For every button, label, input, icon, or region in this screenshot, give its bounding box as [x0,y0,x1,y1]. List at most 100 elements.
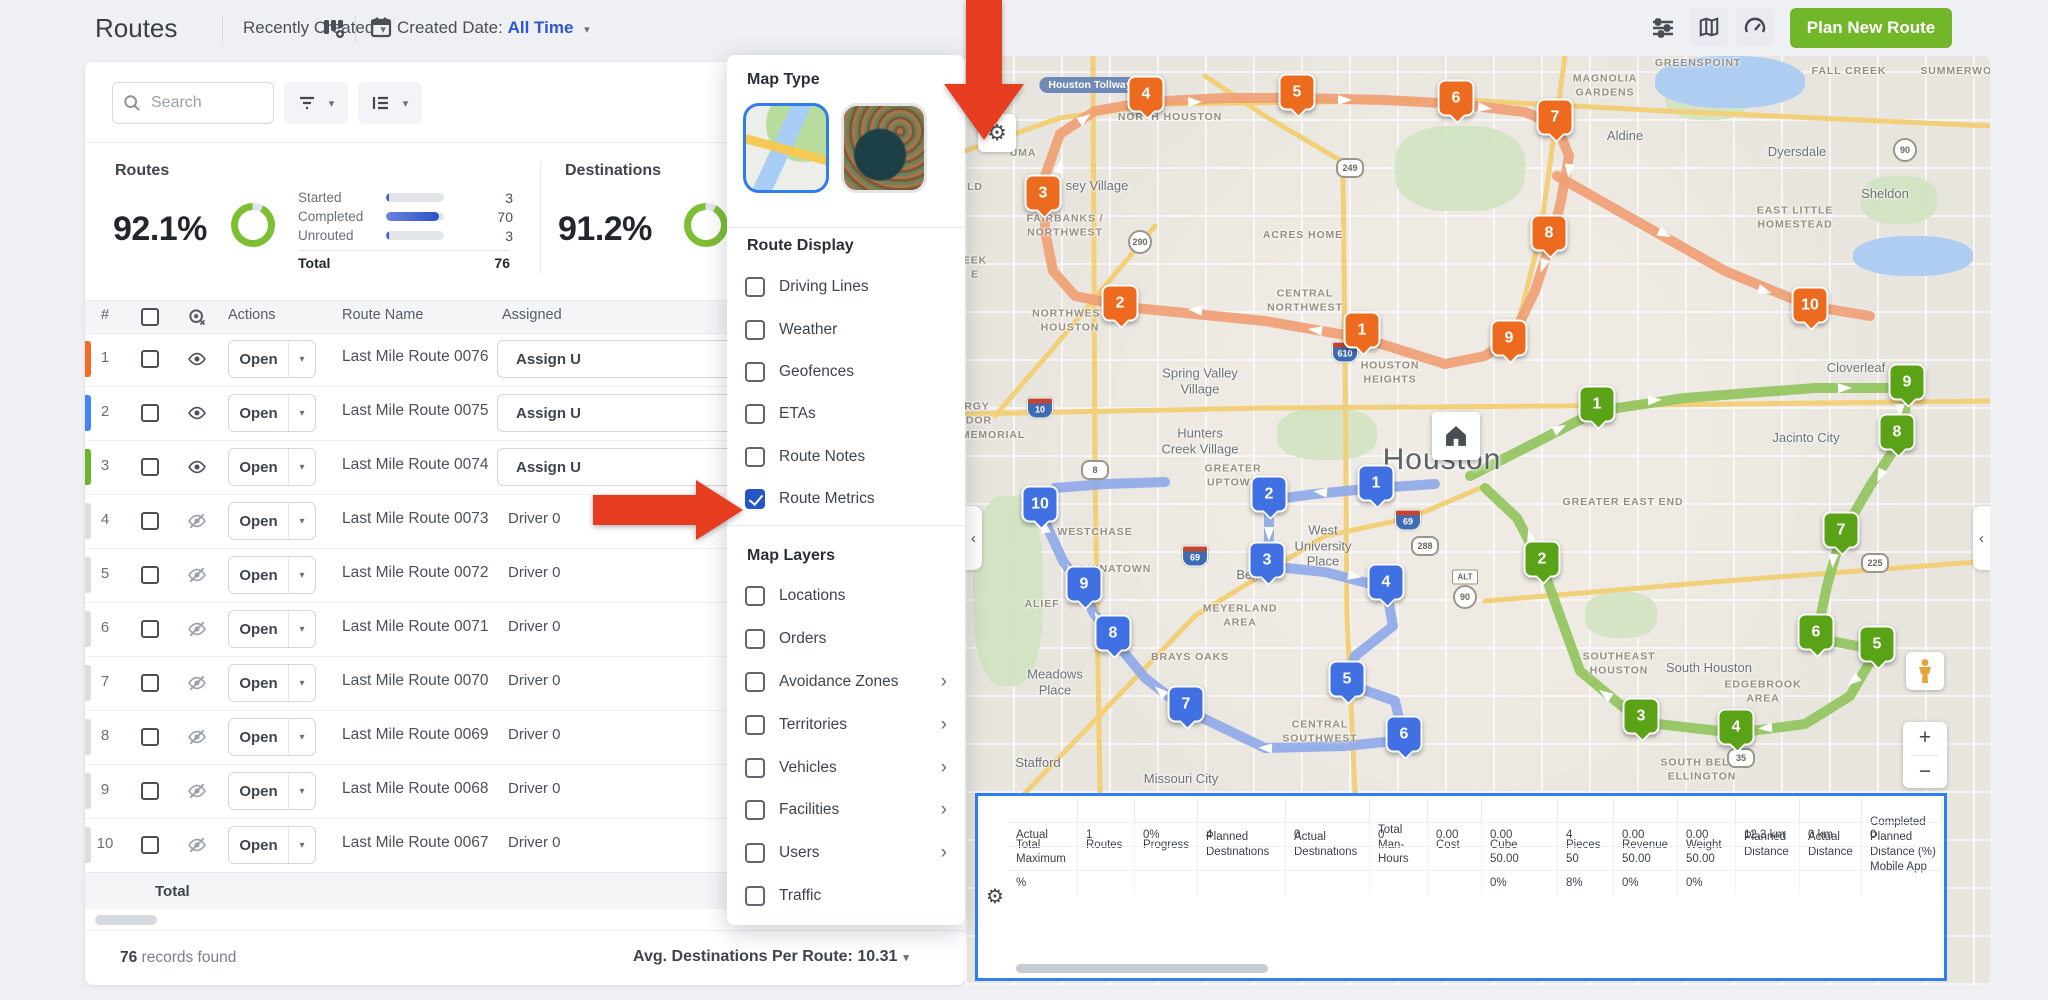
plan-new-route-button[interactable]: Plan New Route [1790,8,1952,48]
route-stop-marker-orange-2[interactable]: 2 [1102,285,1139,322]
route-stop-marker-blue-3[interactable]: 3 [1249,542,1286,579]
route-stop-marker-orange-6[interactable]: 6 [1438,80,1475,117]
route-display-item-weather[interactable]: Weather [727,308,965,350]
assign-user-button[interactable]: Assign U [497,448,737,486]
route-stop-marker-orange-9[interactable]: 9 [1491,320,1528,357]
checkbox[interactable] [745,277,765,297]
open-button[interactable]: Open▾ [228,502,316,540]
metrics-horizontal-scrollbar[interactable] [1016,964,1268,973]
row-checkbox[interactable] [141,782,159,800]
row-checkbox[interactable] [141,404,159,422]
open-dropdown-chevron[interactable]: ▾ [288,719,315,755]
select-all-checkbox[interactable] [141,308,159,326]
zoom-in-button[interactable]: + [1903,722,1947,755]
checkbox[interactable] [745,320,765,340]
eye-icon[interactable] [187,457,207,477]
open-dropdown-chevron[interactable]: ▾ [288,557,315,593]
metrics-settings-icon[interactable]: ⚙ [986,884,1004,909]
dashboard-gauge-button[interactable] [1736,8,1774,46]
open-dropdown-chevron[interactable]: ▾ [288,341,315,377]
collapse-right-panel-button[interactable]: ‹ [1973,506,1990,570]
map-type-satellite-thumbnail[interactable] [841,103,927,193]
row-checkbox[interactable] [141,728,159,746]
sort-dropdown[interactable]: Recently Created▾ [243,18,386,38]
eye-icon[interactable] [187,349,207,369]
route-stop-marker-blue-1[interactable]: 1 [1358,465,1395,502]
row-checkbox[interactable] [141,512,159,530]
route-stop-marker-blue-4[interactable]: 4 [1368,564,1405,601]
map-layer-item-traffic[interactable]: Traffic [727,875,965,918]
map-layer-item-territories[interactable]: Territories› [727,703,965,746]
checkbox[interactable] [745,629,765,649]
route-stop-marker-orange-7[interactable]: 7 [1537,99,1574,136]
route-stop-marker-blue-8[interactable]: 8 [1095,615,1132,652]
columns-settings-icon[interactable] [321,15,347,46]
sliders-icon[interactable] [1650,15,1676,46]
open-button[interactable]: Open▾ [228,772,316,810]
route-stop-marker-orange-10[interactable]: 10 [1792,287,1829,324]
map-view-button[interactable] [1690,8,1728,46]
route-stop-marker-orange-8[interactable]: 8 [1531,215,1568,252]
filter-button[interactable]: ▾ [284,82,348,124]
open-dropdown-chevron[interactable]: ▾ [288,827,315,863]
depot-home-marker[interactable] [1432,412,1480,460]
route-stop-marker-green-8[interactable]: 8 [1879,414,1916,451]
open-button[interactable]: Open▾ [228,826,316,864]
route-display-item-driving-lines[interactable]: Driving Lines [727,266,965,308]
route-stop-marker-orange-1[interactable]: 1 [1344,312,1381,349]
route-display-item-geofences[interactable]: Geofences [727,351,965,393]
map-layer-item-avoidance-zones[interactable]: Avoidance Zones› [727,661,965,704]
sort-order-button[interactable]: ▾ [358,82,422,124]
open-dropdown-chevron[interactable]: ▾ [288,503,315,539]
assign-user-button[interactable]: Assign U [497,394,737,432]
route-display-item-etas[interactable]: ETAs [727,393,965,435]
map-layer-item-locations[interactable]: Locations [727,575,965,618]
map-panel[interactable]: Houston Tollway NORTH HOUSTONGREENSPOINT… [965,56,1990,985]
row-checkbox[interactable] [141,836,159,854]
map-layer-item-facilities[interactable]: Facilities› [727,789,965,832]
open-button[interactable]: Open▾ [228,718,316,756]
street-view-pegman-button[interactable] [1906,652,1944,690]
eye-off-icon[interactable] [187,727,207,747]
route-stop-marker-green-1[interactable]: 1 [1579,386,1616,423]
open-dropdown-chevron[interactable]: ▾ [288,665,315,701]
map-layer-item-orders[interactable]: Orders [727,618,965,661]
eye-off-icon[interactable] [187,781,207,801]
route-stop-marker-orange-5[interactable]: 5 [1279,74,1316,111]
row-checkbox[interactable] [141,620,159,638]
row-checkbox[interactable] [141,674,159,692]
open-dropdown-chevron[interactable]: ▾ [288,395,315,431]
checkbox[interactable] [745,404,765,424]
route-display-item-route-metrics[interactable]: Route Metrics [727,478,965,520]
route-stop-marker-blue-10[interactable]: 10 [1022,486,1059,523]
checkbox[interactable] [745,886,765,906]
visibility-column-icon[interactable] [187,307,207,331]
eye-off-icon[interactable] [187,619,207,639]
route-stop-marker-orange-3[interactable]: 3 [1025,175,1062,212]
route-stop-marker-blue-6[interactable]: 6 [1386,716,1423,753]
open-button[interactable]: Open▾ [228,610,316,648]
open-button[interactable]: Open▾ [228,340,316,378]
checkbox[interactable] [745,447,765,467]
map-settings-gear-button[interactable]: ⚙ [978,114,1016,152]
open-dropdown-chevron[interactable]: ▾ [288,611,315,647]
route-stop-marker-orange-4[interactable]: 4 [1128,76,1165,113]
route-stop-marker-green-2[interactable]: 2 [1524,541,1561,578]
open-dropdown-chevron[interactable]: ▾ [288,449,315,485]
checkbox[interactable] [745,800,765,820]
open-button[interactable]: Open▾ [228,556,316,594]
checkbox[interactable] [745,362,765,382]
checkbox[interactable] [745,758,765,778]
checkbox[interactable] [745,715,765,735]
checkbox[interactable] [745,843,765,863]
zoom-out-button[interactable]: − [1903,756,1947,789]
checkbox[interactable] [745,586,765,606]
route-stop-marker-green-5[interactable]: 5 [1859,626,1896,663]
route-stop-marker-blue-7[interactable]: 7 [1168,686,1205,723]
eye-icon[interactable] [187,403,207,423]
route-stop-marker-green-3[interactable]: 3 [1623,698,1660,735]
checkbox[interactable] [745,672,765,692]
route-display-item-route-notes[interactable]: Route Notes [727,436,965,478]
map-type-roadmap-thumbnail[interactable] [743,103,829,193]
row-checkbox[interactable] [141,350,159,368]
